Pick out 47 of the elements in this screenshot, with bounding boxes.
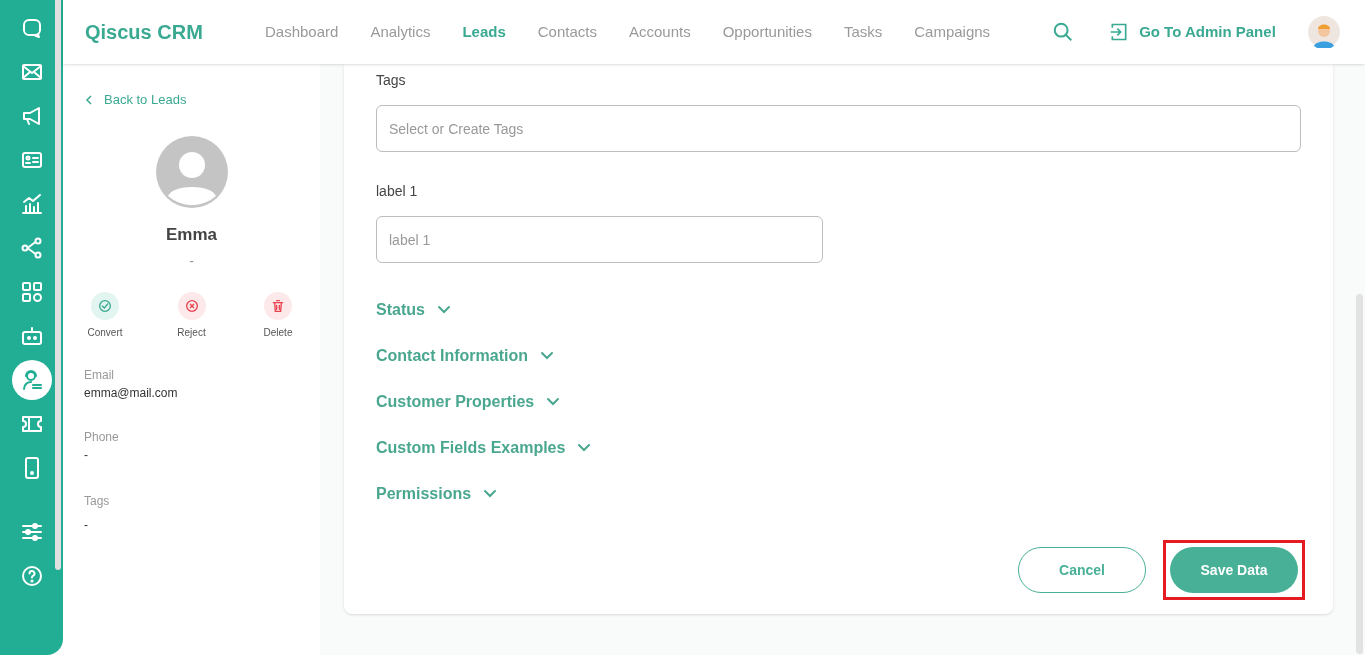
section-toggle[interactable]: Permissions [376,483,498,505]
nav-link[interactable]: Campaigns [914,20,991,44]
save-button[interactable]: Save Data [1170,547,1298,593]
field-value: - [84,517,89,534]
share-icon [19,236,44,260]
login-icon [1109,22,1130,42]
field-value: - [84,447,89,464]
input-field[interactable]: Select or Create Tags [376,105,1301,152]
nav-link[interactable]: Dashboard [265,20,339,44]
check-circle-icon [97,298,113,314]
input-field[interactable]: label 1 [376,216,823,263]
nav-link[interactable]: Accounts [629,20,691,44]
search-icon[interactable] [1052,21,1075,43]
nav-link[interactable]: Opportunities [722,20,812,44]
grid-icon [19,280,44,304]
chevron-left-icon [84,94,94,105]
settings-icon [19,520,44,544]
chart-icon [19,192,44,216]
cancel-button[interactable]: Cancel [1018,547,1146,593]
nav-link[interactable]: Tasks [843,20,883,44]
nav-link[interactable]: Leads [462,20,506,44]
lead-subtitle: - [189,252,194,271]
nav-link[interactable]: Contacts [537,20,597,44]
help-icon [19,564,44,588]
reject-button[interactable]: Reject [166,292,217,340]
robot-icon [19,324,44,348]
nav-link[interactable]: Analytics [370,20,431,44]
avatar-icon[interactable] [1307,16,1340,48]
field-label: Tags [84,493,111,510]
admin-panel-link[interactable]: Go To Admin Panel [1109,20,1276,44]
back-link[interactable]: Back to Leads [84,90,299,110]
section-toggle[interactable]: Customer Properties [376,391,561,413]
field-label: Email [84,367,115,384]
sidebar-item[interactable] [11,360,52,400]
trash-icon [270,298,286,314]
input-label: Tags [376,71,407,90]
brand-title: Qiscus CRM [85,20,204,45]
field-label: Phone [84,429,120,446]
convert-button[interactable]: Convert [80,292,130,340]
delete-button[interactable]: Delete [253,292,303,340]
x-circle-icon [183,298,200,314]
section-toggle[interactable]: Contact Information [376,345,554,367]
section-toggle[interactable]: Status [376,299,451,321]
input-label: label 1 [376,182,419,201]
section-toggle[interactable]: Custom Fields Examples [376,437,592,459]
lead-name: Emma [166,223,217,246]
field-value: emma@mail.com [84,385,179,402]
